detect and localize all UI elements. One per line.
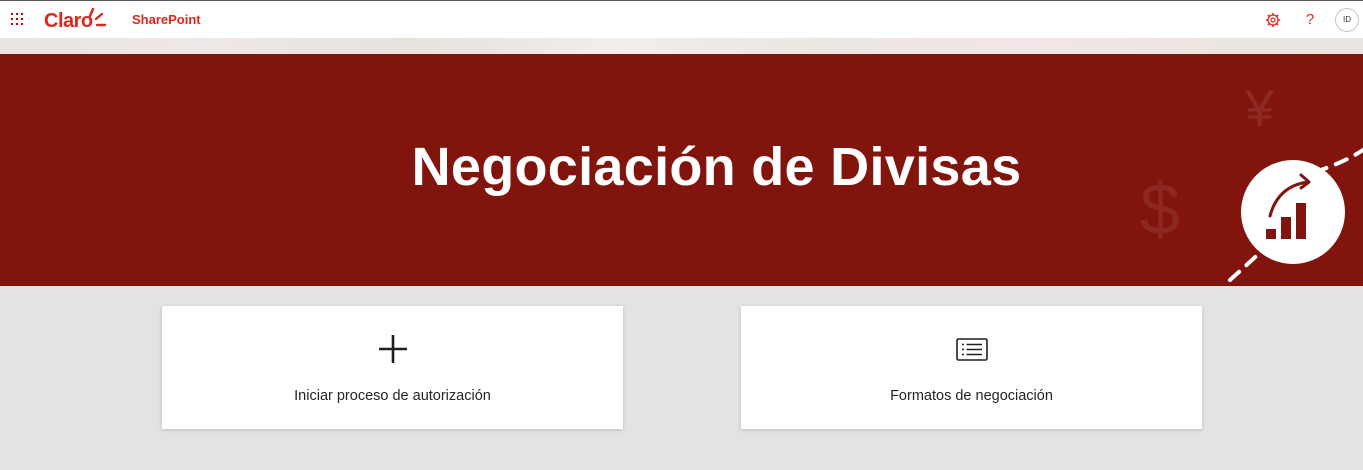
growth-chart-icon: ¥ $	[1140, 80, 1363, 282]
yen-decor-icon: ¥	[1244, 80, 1274, 138]
hero-banner: Negociación de Divisas ¥ $	[0, 54, 1363, 286]
card-label: Formatos de negociación	[890, 388, 1053, 404]
suite-bar: Claro SharePoint ? ID	[0, 0, 1363, 38]
card-formatos-negociacion[interactable]: Formatos de negociación	[741, 306, 1202, 429]
card-iniciar-proceso[interactable]: Iniciar proceso de autorización	[162, 306, 623, 429]
avatar[interactable]: ID	[1335, 8, 1359, 32]
app-launcher-icon[interactable]	[11, 13, 23, 25]
plus-icon	[379, 335, 407, 363]
app-name-link[interactable]: SharePoint	[132, 12, 201, 27]
list-document-icon	[956, 338, 988, 361]
header-image-strip	[0, 38, 1363, 54]
logo-rays-icon	[88, 7, 107, 27]
help-icon[interactable]: ?	[1299, 9, 1321, 31]
card-label: Iniciar proceso de autorización	[294, 388, 491, 404]
dollar-decor-icon: $	[1140, 170, 1180, 250]
gear-icon[interactable]	[1262, 9, 1284, 31]
claro-logo[interactable]: Claro	[44, 6, 108, 34]
